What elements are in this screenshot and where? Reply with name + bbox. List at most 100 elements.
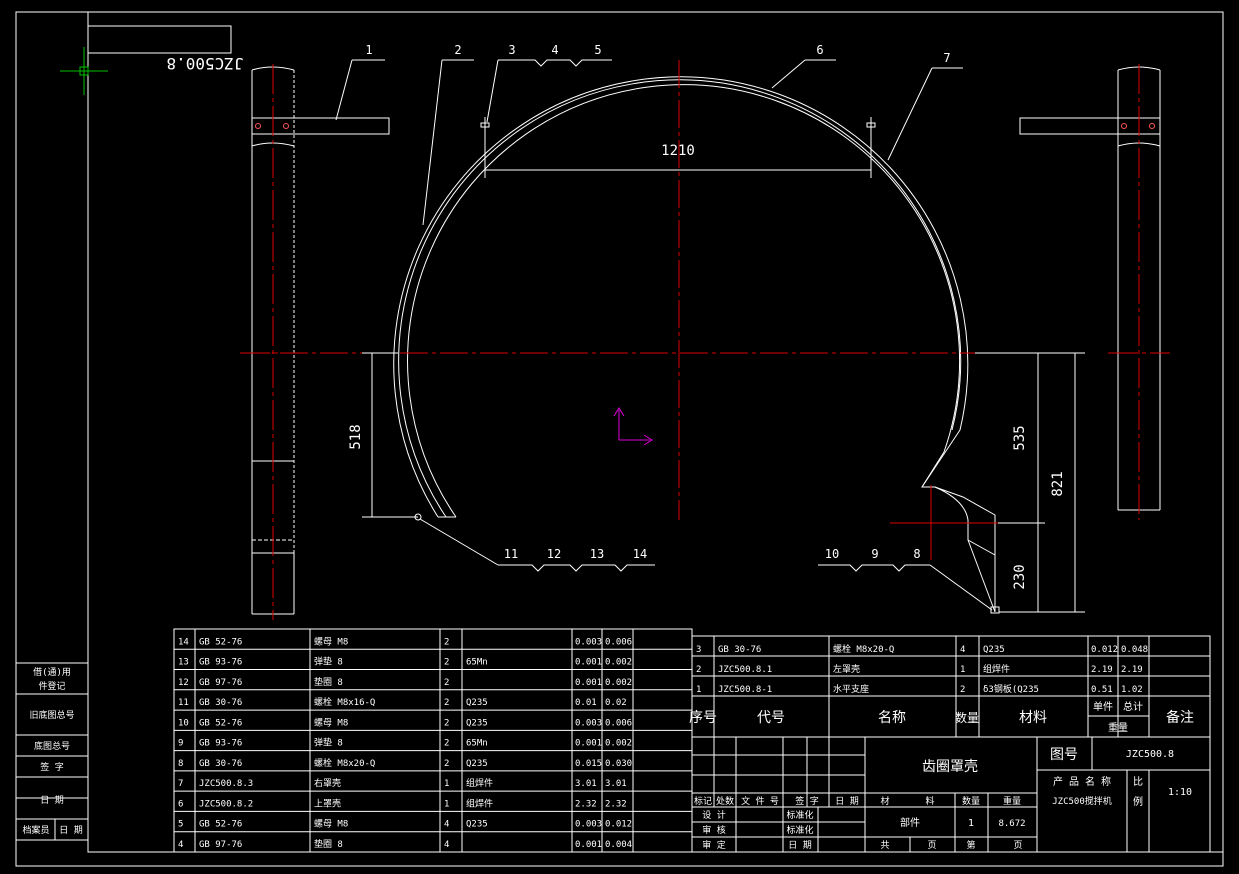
bom-left-cell-mat: 65Mn — [466, 658, 488, 668]
svg-text:代号: 代号 — [757, 710, 785, 726]
bom-left-cell-w2: 0.004 — [605, 840, 632, 850]
bom-left-cell-qty: 1 — [444, 799, 449, 809]
svg-text:10: 10 — [825, 547, 839, 561]
svg-text:单件: 单件 — [1093, 701, 1113, 713]
svg-text:底图总号: 底图总号 — [34, 740, 70, 752]
svg-text:数量: 数量 — [955, 710, 979, 725]
bom-right-cell-no: 2 — [696, 665, 701, 675]
bom-left-cell-qty: 2 — [444, 718, 449, 728]
bom-left-cell-qty: 2 — [444, 678, 449, 688]
svg-text:13: 13 — [590, 547, 604, 561]
bom-left-cell-w1: 0.003 — [575, 637, 602, 647]
bom-left-cell-qty: 1 — [444, 779, 449, 789]
title-block: 齿圈罩壳 图号 JZC500.8 产 品 名 称 JZC500搅拌机 比 例 1… — [692, 737, 1210, 852]
cad-drawing: JZC500.8 1210 518 535 821 230 1 2 3 4 5 … — [15, 11, 1224, 867]
bom-left-cell-w2: 0.030 — [605, 759, 632, 769]
svg-text:标准化: 标准化 — [786, 809, 813, 821]
bom-right-cell-mat: δ3钢板(Q235 — [983, 683, 1039, 695]
dim-right: 535 821 230 — [975, 352, 1085, 613]
leaders-top: 1 2 3 4 5 6 7 — [335, 43, 963, 226]
svg-text:共: 共 — [880, 840, 889, 851]
bom-left-cell-name: 弹垫 8 — [314, 656, 343, 668]
bom-right-cell-w1: 2.19 — [1091, 665, 1113, 675]
svg-text:9: 9 — [871, 547, 878, 561]
bom-left-cell-w2: 0.006 — [605, 718, 632, 728]
bom-left-cell-mat: Q235 — [466, 698, 488, 708]
bom-left-cell-mat: Q235 — [466, 718, 488, 728]
svg-text:4: 4 — [551, 43, 558, 57]
bom-right-cell-name: 左罩壳 — [833, 663, 860, 675]
bom-left-cell-w2: 0.002 — [605, 678, 632, 688]
dim-821-text: 821 — [1050, 471, 1066, 496]
inner-border — [87, 11, 1224, 853]
svg-text:数量: 数量 — [962, 795, 980, 807]
bom-right-cell-code: JZC500.8.1 — [718, 665, 772, 675]
crosshair-icon — [60, 47, 108, 95]
dim-1210-text: 1210 — [661, 143, 695, 159]
bom-left-cell-name: 螺母 M8 — [314, 636, 348, 647]
bom-left-cell-no: 12 — [178, 678, 189, 688]
bom-left-cell-qty: 2 — [444, 637, 449, 647]
svg-text:7: 7 — [943, 51, 950, 65]
svg-text:借(通)用: 借(通)用 — [33, 666, 71, 678]
bom-right-cell-no: 1 — [696, 685, 701, 695]
svg-text:图号: 图号 — [1050, 747, 1078, 763]
bom-left-cell-mat: 组焊件 — [466, 777, 493, 789]
bom-left-cell-no: 10 — [178, 718, 189, 728]
bom-left-cell-w1: 0.001 — [575, 658, 602, 668]
svg-text:1:10: 1:10 — [1168, 787, 1192, 798]
svg-text:材料: 材料 — [1019, 710, 1047, 726]
bom-left-cell-qty: 4 — [444, 840, 449, 850]
bom-left-cell-code: JZC500.8.2 — [199, 799, 253, 809]
svg-text:8.672: 8.672 — [998, 819, 1025, 829]
bom-left-cell-w1: 0.003 — [575, 718, 602, 728]
bom-left-cell-no: 13 — [178, 658, 189, 668]
svg-text:3: 3 — [508, 43, 515, 57]
svg-text:页: 页 — [927, 840, 936, 851]
ucs-icon — [613, 407, 653, 446]
bom-left-cell-name: 垫圈 8 — [314, 676, 343, 688]
bom-left-cell-w1: 0.015 — [575, 759, 602, 769]
bom-left-cell-w1: 0.001 — [575, 678, 602, 688]
bom-left-cell-w2: 0.002 — [605, 658, 632, 668]
bom-left-cell-qty: 2 — [444, 698, 449, 708]
svg-text:产 品 名 称: 产 品 名 称 — [1053, 775, 1111, 788]
svg-text:处数: 处数 — [716, 795, 734, 807]
svg-text:1: 1 — [968, 818, 974, 829]
bom-left-cell-code: GB 52-76 — [199, 637, 242, 647]
svg-text:件登记: 件登记 — [38, 680, 65, 692]
bom-left-cell-w2: 0.002 — [605, 739, 632, 749]
svg-text:2: 2 — [454, 43, 461, 57]
bom-left-cell-code: GB 93-76 — [199, 739, 242, 749]
bom-left-cell-code: GB 97-76 — [199, 840, 242, 850]
bom-left-cell-name: 螺母 M8 — [314, 717, 348, 728]
bom-left-cell-code: GB 30-76 — [199, 759, 242, 769]
bom-left-cell-name: 螺母 M8 — [314, 819, 348, 830]
dim-230-text: 230 — [1012, 564, 1028, 589]
bom-right-cell-name: 水平支座 — [833, 683, 869, 695]
bom-left-cell-name: 螺栓 M8x20-Q — [314, 757, 375, 769]
svg-text:8: 8 — [913, 547, 920, 561]
right-side-view — [1019, 64, 1170, 520]
svg-text:比: 比 — [1133, 776, 1143, 788]
svg-text:例: 例 — [1133, 795, 1143, 808]
svg-text:标记: 标记 — [694, 795, 712, 807]
bom-left-cell-name: 上罩壳 — [314, 797, 341, 809]
bom-left-cell-name: 螺栓 M8x16-Q — [314, 696, 375, 708]
left-side-view — [240, 64, 390, 620]
svg-text:审 定: 审 定 — [702, 839, 725, 851]
bom-right-cell-mat: Q235 — [983, 645, 1005, 655]
bom-left-cell-w2: 0.006 — [605, 637, 632, 647]
bom-left-cell-code: GB 52-76 — [199, 820, 242, 830]
bom-left-cell-w1: 2.32 — [575, 799, 597, 809]
svg-text:设 计: 设 计 — [702, 809, 725, 821]
bom-left-cell-code: GB 93-76 — [199, 658, 242, 668]
bom-right-table: 序号 代号 名称 数量 材料 单件 总计 重量 备注 3 GB 30-76 螺栓 M… — [689, 635, 1211, 853]
svg-text:材: 材 — [880, 795, 889, 807]
svg-text:部件: 部件 — [900, 816, 920, 829]
svg-text:6: 6 — [816, 43, 823, 57]
svg-text:名称: 名称 — [878, 710, 906, 726]
svg-text:页: 页 — [1013, 840, 1022, 851]
bom-left-cell-mat: Q235 — [466, 820, 488, 830]
bom-left-cell-qty: 2 — [444, 658, 449, 668]
